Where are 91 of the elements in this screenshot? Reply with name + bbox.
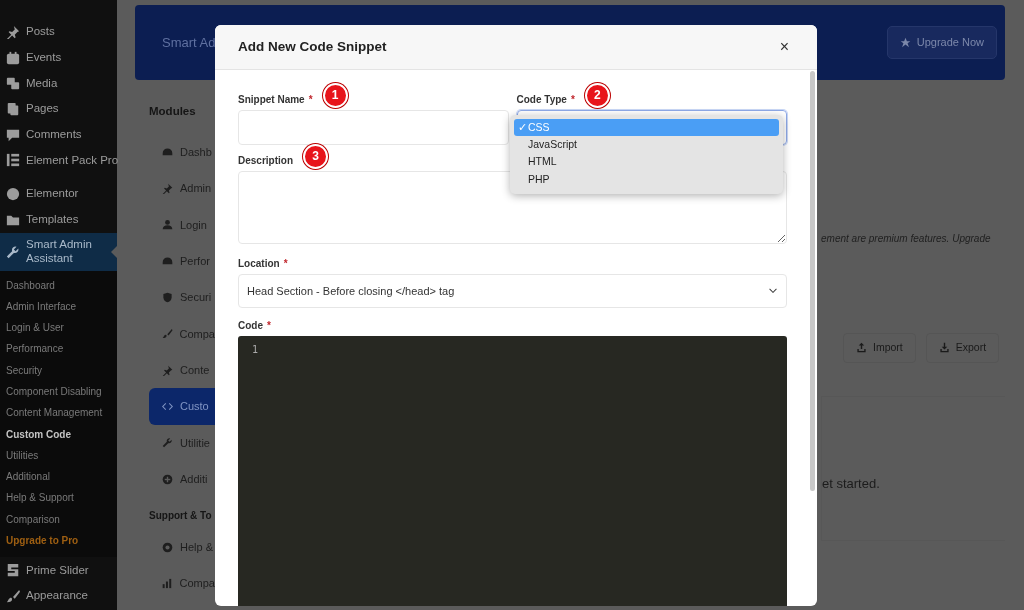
- submenu-item[interactable]: Security: [0, 359, 117, 381]
- module-tab[interactable]: Additi: [149, 460, 215, 498]
- section-heading: Modules: [149, 104, 197, 119]
- plus-circle-icon: [162, 473, 173, 485]
- circle-icon: [6, 186, 20, 201]
- submenu-item[interactable]: Additional: [0, 466, 117, 488]
- images-icon: [6, 76, 20, 91]
- modal-title: Add New Code Snippet: [238, 37, 387, 56]
- section-heading: Support & To: [149, 509, 213, 524]
- submenu-item[interactable]: Dashboard: [0, 274, 117, 296]
- sidebar-item[interactable]: Element Pack Pro: [0, 147, 117, 174]
- speech-bubble-icon: [6, 127, 20, 142]
- step-number-badge: 1: [322, 82, 348, 108]
- submenu-item[interactable]: Admin Interface: [0, 295, 117, 318]
- submenu-item[interactable]: Custom Code: [0, 423, 117, 445]
- sidebar-item[interactable]: Comments: [0, 121, 117, 148]
- scrollbar[interactable]: [810, 71, 815, 491]
- code-icon: [162, 400, 173, 412]
- brush-icon: [6, 588, 20, 603]
- step-number-badge: 2: [584, 82, 610, 108]
- bar-chart-icon: [162, 578, 173, 590]
- module-tab[interactable]: Compa: [149, 315, 215, 353]
- submenu-item[interactable]: Upgrade to Pro: [0, 530, 117, 552]
- field-label: Snippet Name: [238, 92, 305, 107]
- pages-icon: [6, 101, 20, 116]
- submenu-item[interactable]: Content Management: [0, 402, 117, 424]
- empty-state-text: et started.: [822, 474, 880, 493]
- snippet-name-field[interactable]: [238, 110, 509, 145]
- import-button[interactable]: Import: [843, 333, 916, 363]
- module-tab[interactable]: Securi: [149, 279, 215, 316]
- field-label: Code Type: [516, 92, 567, 107]
- wrench-icon: [6, 244, 20, 259]
- dropdown-option[interactable]: ✓CSS: [514, 119, 779, 137]
- dropdown-option[interactable]: HTML: [514, 153, 779, 171]
- sidebar-item[interactable]: Appearance: [0, 583, 117, 609]
- letter-e-icon: [6, 153, 20, 168]
- menu-pointer: [111, 245, 117, 258]
- sidebar-item[interactable]: Smart Admin Assistant: [0, 232, 117, 271]
- brush-icon: [162, 328, 173, 340]
- sidebar-item[interactable]: Pages: [0, 96, 117, 122]
- submenu-item[interactable]: Component Disabling: [0, 381, 117, 403]
- shield-icon: [162, 292, 173, 304]
- field-label: Description: [238, 153, 293, 168]
- sidebar-item[interactable]: Media: [0, 70, 117, 97]
- required-mark: *: [570, 92, 575, 107]
- dropdown-option[interactable]: PHP: [514, 170, 779, 189]
- submenu-item[interactable]: Login & User: [0, 317, 117, 339]
- submenu-item[interactable]: Utilities: [0, 444, 117, 467]
- plugin-title: Smart Ad: [162, 33, 216, 52]
- pin-icon: [162, 364, 173, 376]
- submenu-item[interactable]: Comparison: [0, 508, 117, 531]
- pin-icon: [162, 183, 173, 195]
- step-number-badge: 3: [303, 143, 328, 169]
- sidebar-item[interactable]: Events: [0, 44, 117, 71]
- close-button[interactable]: ×: [775, 39, 793, 55]
- sidebar-item[interactable]: Elementor: [0, 181, 117, 207]
- dropdown-option[interactable]: JavaScript: [514, 136, 779, 154]
- required-mark: *: [308, 92, 313, 107]
- module-tab[interactable]: Conte: [149, 352, 215, 389]
- notice-text: ement are premium features. Upgrade: [821, 232, 992, 246]
- line-number: 1: [252, 343, 260, 357]
- module-tab[interactable]: Utilitie: [149, 424, 215, 461]
- user-icon: [162, 219, 173, 231]
- field-label: Code: [238, 318, 263, 333]
- submenu-item[interactable]: Help & Support: [0, 487, 117, 509]
- module-tab[interactable]: Login: [149, 206, 215, 244]
- required-mark: *: [267, 318, 271, 333]
- calendar-icon: [6, 50, 20, 65]
- module-tab[interactable]: Help &: [149, 529, 215, 566]
- s-logo-icon: [6, 563, 20, 578]
- module-tab[interactable]: Dashb: [149, 134, 215, 171]
- pin-icon: [6, 24, 20, 39]
- export-button[interactable]: Export: [925, 333, 1000, 363]
- submenu-item[interactable]: Performance: [0, 338, 117, 360]
- code-editor[interactable]: 1: [238, 336, 787, 606]
- lifebuoy-icon: [162, 541, 173, 553]
- sidebar-item[interactable]: Posts: [0, 19, 117, 45]
- location-select[interactable]: Head Section - Before closing </head> tag: [238, 274, 787, 308]
- sidebar-item[interactable]: Templates: [0, 206, 117, 233]
- upgrade-button[interactable]: Upgrade Now: [886, 26, 997, 59]
- sidebar-item[interactable]: Prime Slider: [0, 557, 117, 584]
- module-tab[interactable]: Custo: [149, 388, 215, 425]
- module-tab[interactable]: Perfor: [149, 243, 215, 280]
- star-icon: [899, 37, 911, 48]
- field-label: Location: [238, 256, 280, 271]
- required-mark: *: [283, 256, 288, 271]
- module-tab[interactable]: Compa: [149, 565, 215, 602]
- download-icon: [938, 342, 950, 354]
- upload-icon: [856, 342, 867, 354]
- wrench-icon: [162, 437, 173, 449]
- module-tab[interactable]: Admin: [149, 170, 215, 207]
